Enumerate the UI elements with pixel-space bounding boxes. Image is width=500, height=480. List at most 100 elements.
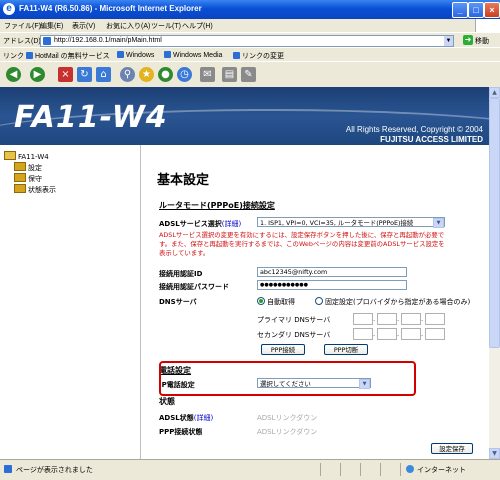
adsl-service-select[interactable]: 1. ISP1, VPI=0, VCI=35, ルータモード(PPPoE)接続 ▼: [257, 217, 445, 228]
ie-logo-icon: e: [3, 3, 15, 15]
menu-favorites[interactable]: お気に入り(A): [106, 21, 150, 31]
auth-password-input[interactable]: ●●●●●●●●●●●: [257, 280, 407, 290]
sidebar-item-status[interactable]: 状態表示: [14, 184, 56, 195]
sidebar-item-maintenance[interactable]: 保守: [14, 173, 42, 184]
adsl-warning-text: ADSLサービス選択の変更を有効にするには、設定保存ボタンを押した後に、保存と再…: [159, 231, 445, 257]
menu-file[interactable]: ファイル(F): [4, 21, 41, 31]
windows-logo-icon: [475, 19, 500, 32]
status-separator: [380, 463, 381, 476]
folder-open-icon: [4, 151, 16, 160]
octet-separator: .: [373, 330, 376, 338]
window-title: FA11-W4 (R6.50.86) - Microsoft Internet …: [19, 4, 202, 13]
chevron-down-icon: ▼: [433, 218, 444, 228]
status-separator: [340, 463, 341, 476]
ppp-state-label: PPP接続状態: [159, 428, 203, 436]
forward-icon[interactable]: ▶: [30, 67, 45, 82]
address-input[interactable]: http://192.168.0.1/main/pMain.html ▼: [40, 35, 454, 47]
radio-selected-icon[interactable]: [257, 297, 265, 305]
menu-bar: ファイル(F) 編集(E) 表示(V) お気に入り(A) ツール(T) ヘルプ(…: [0, 19, 500, 32]
browser-window: e FA11-W4 (R6.50.86) - Microsoft Interne…: [0, 0, 500, 480]
dns-auto-option[interactable]: 自動取得: [257, 297, 295, 307]
auth-id-label: 接続用認証ID: [159, 270, 203, 278]
company-name: FUJITSU ACCESS LIMITED: [380, 135, 483, 144]
folder-icon: [14, 173, 26, 182]
print-icon[interactable]: ▤: [222, 67, 237, 82]
address-label: アドレス(D): [3, 38, 41, 45]
octet-separator: .: [397, 330, 400, 338]
ppp-disconnect-button[interactable]: PPP切断: [324, 344, 368, 355]
ppp-connect-button[interactable]: PPP接続: [261, 344, 305, 355]
octet-separator: .: [373, 315, 376, 323]
dns-primary-octet-2[interactable]: [377, 313, 397, 325]
status-separator: [360, 463, 361, 476]
dns-secondary-label: セカンダリ DNSサーバ: [257, 331, 331, 339]
dns-primary-octet-4[interactable]: [425, 313, 445, 325]
globe-icon: [406, 465, 414, 473]
favorites-star-icon[interactable]: ★: [139, 67, 154, 82]
mail-icon[interactable]: ✉: [200, 67, 215, 82]
adsl-state-help-link[interactable]: (詳細): [194, 414, 213, 422]
adsl-service-help-link[interactable]: (詳細): [222, 220, 241, 228]
dns-fixed-option[interactable]: 固定設定(プロバイダから指定がある場合のみ): [315, 297, 470, 307]
media-icon[interactable]: ●: [158, 67, 173, 82]
sidebar-item-settings[interactable]: 設定: [14, 162, 42, 173]
radio-icon[interactable]: [315, 297, 323, 305]
dns-secondary-octet-4[interactable]: [425, 328, 445, 340]
status-separator: [400, 463, 401, 476]
link-windows-media[interactable]: Windows Media: [164, 51, 222, 59]
dns-secondary-octet-2[interactable]: [377, 328, 397, 340]
octet-separator: .: [397, 315, 400, 323]
maximize-button[interactable]: □: [468, 2, 484, 18]
close-button[interactable]: ×: [484, 2, 500, 18]
scroll-down-icon[interactable]: ▼: [489, 448, 500, 459]
refresh-icon[interactable]: ↻: [77, 67, 92, 82]
dns-secondary-octet-1[interactable]: [353, 328, 373, 340]
router-section-heading: ルータモード(PPPoE)接続設定: [159, 201, 275, 210]
phone-settings-highlight: [159, 361, 416, 396]
ppp-state-value: ADSLリンクダウン: [257, 428, 318, 436]
link-windows[interactable]: Windows: [117, 51, 154, 59]
product-logo: FA11-W4: [14, 100, 168, 135]
dns-primary-octet-3[interactable]: [401, 313, 421, 325]
main-panel: 基本設定 ルータモード(PPPoE)接続設定 ADSLサービス選択(詳細) 1.…: [141, 145, 489, 459]
status-separator: [320, 463, 321, 476]
stop-icon[interactable]: ×: [58, 67, 73, 82]
adsl-state-value: ADSLリンクダウン: [257, 414, 318, 422]
octet-separator: .: [421, 315, 424, 323]
home-icon[interactable]: ⌂: [96, 67, 111, 82]
edit-icon[interactable]: ✎: [241, 67, 256, 82]
link-page-icon: [233, 52, 240, 59]
menu-help[interactable]: ヘルプ(H): [182, 21, 213, 31]
go-arrow-icon[interactable]: ➜: [463, 35, 473, 45]
dns-primary-octet-1[interactable]: [353, 313, 373, 325]
scroll-up-icon[interactable]: ▲: [489, 87, 500, 98]
menu-view[interactable]: 表示(V): [72, 21, 95, 31]
minimize-button[interactable]: _: [452, 2, 468, 18]
tree-root[interactable]: FA11-W4: [4, 151, 49, 161]
toolbar: ◀ ▶ × ↻ ⌂ ⚲ ★ ● ◷ ✉ ▤ ✎: [0, 61, 500, 88]
back-icon[interactable]: ◀: [6, 67, 21, 82]
search-icon[interactable]: ⚲: [120, 67, 135, 82]
link-hotmail[interactable]: HotMail の無料サービス: [26, 51, 110, 61]
page-icon: [43, 37, 51, 45]
history-icon[interactable]: ◷: [177, 67, 192, 82]
title-bar: e FA11-W4 (R6.50.86) - Microsoft Interne…: [0, 0, 500, 19]
save-settings-button[interactable]: 設定保存: [431, 443, 473, 454]
link-customize[interactable]: リンクの変更: [233, 51, 284, 61]
dns-secondary-octet-3[interactable]: [401, 328, 421, 340]
dns-server-label: DNSサーバ: [159, 298, 197, 306]
scroll-thumb[interactable]: [489, 98, 500, 348]
vertical-scrollbar[interactable]: ▲ ▼: [489, 87, 500, 459]
adsl-service-label: ADSLサービス選択(詳細): [159, 220, 242, 228]
octet-separator: .: [421, 330, 424, 338]
auth-id-input[interactable]: abc12345@nifty.com: [257, 267, 407, 277]
go-button[interactable]: 移動: [475, 36, 489, 46]
adsl-state-label: ADSL状態(詳細): [159, 414, 214, 422]
page-done-icon: [4, 465, 12, 473]
address-dropdown-icon[interactable]: ▼: [444, 36, 453, 46]
page-title: 基本設定: [157, 173, 210, 188]
links-bar: リンク HotMail の無料サービス Windows Windows Medi…: [0, 47, 500, 62]
menu-edit[interactable]: 編集(E): [40, 21, 63, 31]
address-url: http://192.168.0.1/main/pMain.html: [54, 37, 162, 44]
menu-tools[interactable]: ツール(T): [151, 21, 181, 31]
